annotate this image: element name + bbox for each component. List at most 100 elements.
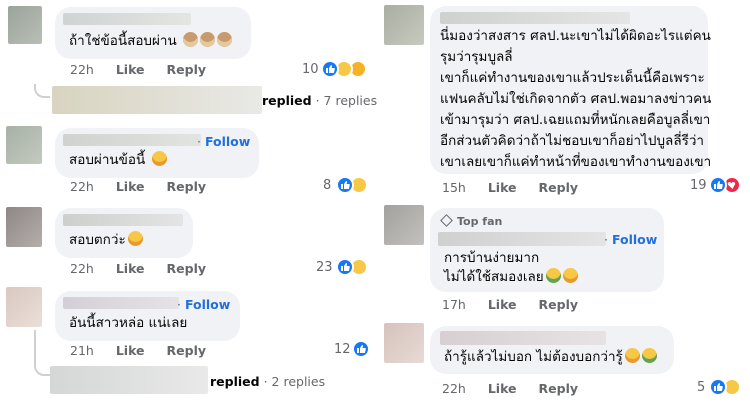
comment-actions: 21h Like Reply [70,343,228,358]
like-reaction-icon [336,258,354,276]
comment-bubble: · Follow สอบผ่านข้อนี้ [55,128,259,178]
reaction-icons[interactable] [336,176,370,194]
reply-button[interactable]: Reply [539,297,578,312]
view-replies-link[interactable]: replied · 2 replies [210,374,325,389]
avatar[interactable] [6,207,42,247]
comment-text-line: อีกส่วนตัวคิดว่าถ้าไม่ชอบเขาก็อย่าไปบูลล… [440,133,705,149]
woozy-emoji-icon [562,268,578,283]
monkey-emoji-icon [217,32,233,47]
comment-bubble: · Follow อันนี้สาวหล่อ แน่เลย [55,291,240,341]
monkey-emoji-icon [200,32,216,47]
comment-actions: 17h Like Reply [442,297,600,312]
comment-text: สอบตกว่ะ [69,230,143,251]
top-fan-diamond-icon [440,214,453,227]
timestamp[interactable]: 21h [70,343,94,358]
comment-bubble: Top fan · Follow การบ้านง่ายมาก ไม่ได้ใช้… [430,208,664,292]
thread-line [34,360,50,376]
commenter-name-blurred[interactable] [63,214,183,226]
avatar[interactable] [8,6,42,44]
reaction-icons[interactable] [321,60,371,78]
reaction-count[interactable]: 12 [334,342,351,357]
reaction-count[interactable]: 23 [316,260,333,275]
like-button[interactable]: Like [116,343,145,358]
grin-sweat-emoji-icon [641,348,657,363]
reaction-count[interactable]: 8 [323,178,331,193]
comment-text: อันนี้สาวหล่อ แน่เลย [69,315,188,331]
timestamp[interactable]: 17h [442,297,466,312]
comment-bubble: สอบตกว่ะ [55,208,193,258]
like-button[interactable]: Like [116,62,145,77]
reply-avatar-blurred [52,86,262,114]
avatar[interactable] [384,5,424,45]
comment-text-line: นี่มองว่าสงสาร ศลป.นะเขาไม่ได้ผิดอะไรแต่… [440,28,711,44]
like-button[interactable]: Like [488,381,517,396]
reaction-icons[interactable] [709,176,743,194]
reply-button[interactable]: Reply [167,261,206,276]
reply-button[interactable]: Reply [539,381,578,396]
comment-bubble: ถ้าใช่ข้อนี้สอบผ่าน [55,7,251,59]
timestamp[interactable]: 22h [442,381,466,396]
like-reaction-icon [709,176,727,194]
reaction-count[interactable]: 19 [690,178,707,193]
reaction-icons[interactable] [709,378,743,396]
commenter-name-blurred[interactable] [440,331,606,345]
timestamp[interactable]: 22h [70,62,94,77]
reply-button[interactable]: Reply [167,179,206,194]
avatar[interactable] [6,287,42,327]
like-reaction-icon [709,378,727,396]
timestamp[interactable]: 15h [442,180,466,195]
like-reaction-icon [352,340,370,358]
commenter-name-blurred[interactable] [63,13,191,25]
thread-line [34,330,36,360]
comment-text-line: เขาเลยเขาก็แค่ทำหน้าที่ของเขาทำงานของเขา [440,154,712,170]
comment-bubble: นี่มองว่าสงสาร ศลป.นะเขาไม่ได้ผิดอะไรแต่… [430,6,712,174]
comment-actions: 22h Like Reply [70,179,228,194]
commenter-name-blurred[interactable] [440,12,630,24]
comment-text-line: รุมว่ารุมบูลลี่ [440,49,513,65]
comment-text: ถ้ารู้แล้วไม่บอก ไม่ต้องบอกว่ารู้ [444,347,657,368]
follow-link[interactable]: · Follow [177,297,230,312]
like-button[interactable]: Like [116,261,145,276]
comment-text: ถ้าใช่ข้อนี้สอบผ่าน [69,31,233,52]
avatar[interactable] [6,126,42,164]
like-reaction-icon [336,176,354,194]
woozy-emoji-icon [127,231,143,246]
reaction-icons[interactable] [336,258,370,276]
reply-button[interactable]: Reply [539,180,578,195]
commenter-name-blurred[interactable] [438,232,606,246]
follow-link[interactable]: · Follow [197,134,250,149]
view-replies-link[interactable]: replied · 7 replies [262,93,377,108]
like-button[interactable]: Like [488,297,517,312]
follow-link[interactable]: · Follow [604,232,657,247]
comment-text-line: แฟนคลับไม่ใช่เกิดจากตัว ศลป.พอมาลงข่าวคน [440,91,712,107]
woozy-emoji-icon [151,151,167,166]
like-reaction-icon [321,60,339,78]
comment-actions: 22h Like Reply [442,381,600,396]
monkey-emoji-icon [183,32,199,47]
like-button[interactable]: Like [116,179,145,194]
comment-text-line: เข้ามารุมว่า ศลป.เฉยแถมที่หนักเลยคือบูลล… [440,112,711,128]
reply-button[interactable]: Reply [167,343,206,358]
thread-line [34,84,50,98]
avatar[interactable] [384,205,424,245]
grin-sweat-emoji-icon [545,268,561,283]
comment-actions: 15h Like Reply [442,180,600,195]
reaction-icons[interactable] [352,340,370,358]
like-button[interactable]: Like [488,180,517,195]
reply-avatar-blurred [50,366,208,394]
comment-text-line: เขาก็แค่ทำงานของเขาแล้วประเด็นนี้คือเพรา… [440,70,705,86]
reaction-count[interactable]: 5 [697,380,705,395]
timestamp[interactable]: 22h [70,261,94,276]
woozy-emoji-icon [624,348,640,363]
comment-text-line: การบ้านง่ายมาก [444,250,540,266]
comment-bubble: ถ้ารู้แล้วไม่บอก ไม่ต้องบอกว่ารู้ [430,326,674,374]
reaction-count[interactable]: 10 [302,62,319,77]
reply-button[interactable]: Reply [167,62,206,77]
commenter-name-blurred[interactable] [63,134,201,146]
timestamp[interactable]: 22h [70,179,94,194]
comment-text-line: ไม่ได้ใช้สมองเลย [444,267,578,288]
comment-actions: 22h Like Reply [70,62,228,77]
commenter-name-blurred[interactable] [63,297,179,309]
avatar[interactable] [384,323,424,363]
top-fan-badge[interactable]: Top fan [440,214,502,228]
